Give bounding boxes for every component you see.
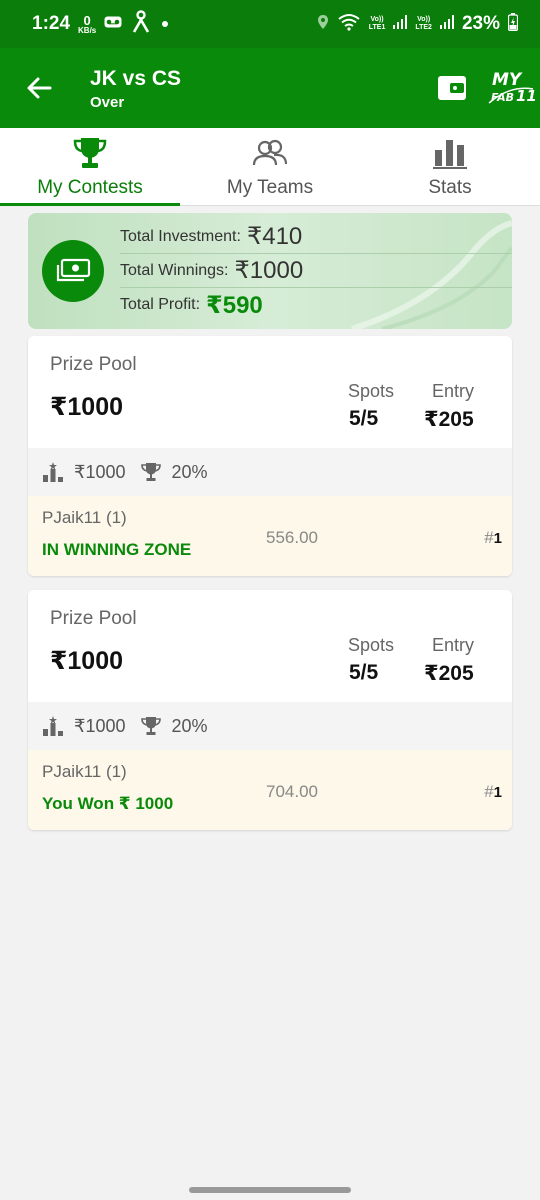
status-bar: 1:24 0 KB/s Vo)) LTE1 Vo)) LTE2 23% (0, 0, 540, 48)
wifi-icon (337, 13, 361, 36)
total-investment-value: ₹410 (246, 223, 303, 250)
notification-dot (162, 21, 169, 27)
net-speed: 0 KB/s (78, 12, 97, 35)
win-percent: 20% (171, 715, 208, 736)
spots-value: 5/5 (349, 661, 379, 684)
money-icon (42, 240, 104, 302)
match-status: Over (90, 94, 125, 111)
sim2-indicator: Vo)) LTE2 (415, 16, 432, 31)
prize-pool-label: Prize Pool (50, 354, 137, 375)
entry-label: Entry (432, 635, 475, 655)
wallet-icon[interactable] (436, 73, 468, 103)
tab-label: My Teams (226, 177, 314, 198)
prize-pool-label: Prize Pool (50, 608, 137, 629)
tab-stats[interactable]: Stats (360, 128, 540, 206)
gesture-nav-bar[interactable] (189, 1187, 351, 1193)
win-percent: 20% (171, 461, 208, 482)
team-points: 556.00 (266, 528, 318, 547)
contest-meta: ₹1000 20% (28, 702, 512, 750)
entry-value: ₹205 (424, 408, 474, 431)
prize-pool-value: ₹1000 (50, 647, 124, 675)
app-bar: JK vs CS Over MY FAB 11 (0, 48, 540, 128)
arrow-left-icon[interactable] (24, 72, 56, 104)
first-prize: ₹1000 (74, 715, 126, 736)
svg-text:FAB: FAB (491, 91, 514, 104)
bar-chart-icon (432, 136, 468, 170)
trophy-icon (72, 136, 108, 170)
voicemail-icon (104, 15, 122, 33)
total-winnings-label: Total Winnings: (120, 261, 229, 279)
trophy-icon (140, 715, 162, 737)
users-icon (252, 136, 288, 170)
contest-tabs: My Contests My Teams Stats (0, 128, 540, 206)
sim1-indicator: Vo)) LTE1 (368, 16, 386, 31)
entry-label: Entry (432, 381, 475, 401)
spots-label: Spots (348, 381, 395, 401)
contest-card[interactable]: Prize Pool ₹1000 Spots 5/5 Entry ₹205 ₹1… (28, 590, 512, 830)
total-profit-value: ₹590 (206, 291, 263, 319)
spots-value: 5/5 (349, 407, 379, 430)
battery-percent: 23% (461, 13, 500, 34)
total-investment-row: Total Investment: ₹410 (120, 220, 512, 254)
tab-label: Stats (428, 177, 472, 198)
location-icon (317, 14, 329, 35)
earnings-summary: Total Investment: ₹410 Total Winnings: ₹… (28, 213, 512, 329)
team-name: PJaik11 (1) (42, 762, 127, 781)
signal-icon (439, 14, 454, 34)
prize-pool-value: ₹1000 (50, 393, 124, 421)
team-status: You Won ₹ 1000 (42, 794, 174, 813)
app-notification-icon (132, 9, 150, 39)
first-prize: ₹1000 (74, 461, 126, 482)
podium-icon (42, 715, 64, 737)
match-title: JK vs CS (90, 67, 182, 90)
total-profit-label: Total Profit: (120, 296, 201, 313)
joined-team-row[interactable]: PJaik11 (1) You Won ₹ 1000 704.00 #1 (28, 750, 512, 830)
podium-icon (42, 461, 64, 483)
signal-icon (393, 14, 408, 34)
team-status: IN WINNING ZONE (42, 540, 192, 559)
joined-team-row[interactable]: PJaik11 (1) IN WINNING ZONE 556.00 #1 (28, 496, 512, 576)
team-points: 704.00 (266, 782, 318, 801)
contest-card[interactable]: Prize Pool ₹1000 Spots 5/5 Entry ₹205 ₹1… (28, 336, 512, 576)
total-winnings-row: Total Winnings: ₹1000 (120, 254, 512, 288)
tab-my-teams[interactable]: My Teams (180, 128, 360, 206)
total-investment-label: Total Investment: (120, 227, 241, 245)
team-rank: #1 (484, 782, 502, 801)
total-winnings-value: ₹1000 (234, 257, 304, 284)
app-logo[interactable]: MY FAB 11 (485, 63, 537, 113)
tab-my-contests[interactable]: My Contests (0, 128, 180, 206)
team-name: PJaik11 (1) (42, 508, 127, 527)
contest-meta: ₹1000 20% (28, 448, 512, 496)
spots-label: Spots (348, 635, 395, 655)
team-rank: #1 (484, 528, 502, 547)
svg-text:11: 11 (516, 87, 535, 105)
entry-value: ₹205 (424, 662, 474, 685)
tab-label: My Contests (37, 177, 143, 198)
total-profit-row: Total Profit: ₹590 (120, 288, 512, 322)
trophy-icon (140, 461, 162, 483)
battery-charging-icon (507, 12, 519, 36)
status-time: 1:24 (32, 13, 71, 34)
